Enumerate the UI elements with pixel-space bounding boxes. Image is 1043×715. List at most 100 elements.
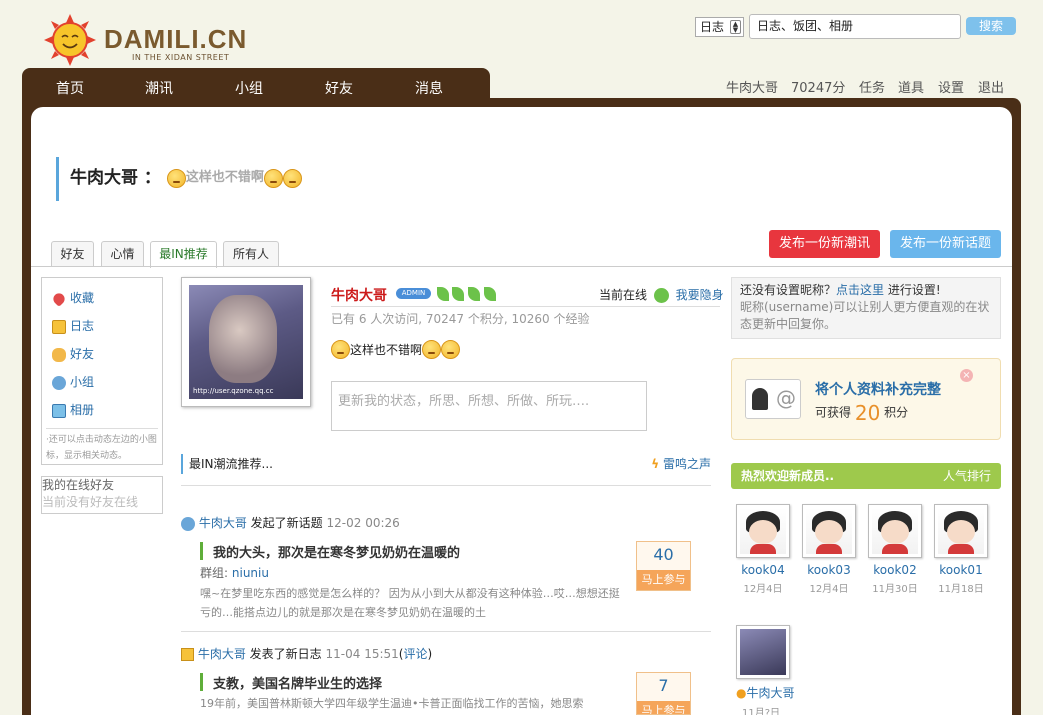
- logo-subtitle: IN THE XIDAN STREET: [132, 53, 230, 62]
- member-item[interactable]: kook01 11月18日: [934, 504, 988, 595]
- vote-box[interactable]: 40 马上参与: [636, 541, 691, 591]
- user-name-link[interactable]: 牛肉大哥: [726, 77, 778, 96]
- feed-right-link-wrap[interactable]: ϟ 雷鸣之声: [651, 454, 711, 474]
- tab-divider: [31, 266, 1012, 267]
- member-date: 12月4日: [743, 584, 783, 595]
- vote-count: 40: [653, 545, 674, 564]
- complete-profile-link[interactable]: 将个人资料补充完整: [815, 379, 941, 399]
- feed-title: 最IN潮流推荐...: [189, 457, 273, 471]
- member-item[interactable]: kook02 11月30日: [868, 504, 922, 595]
- popularity-link[interactable]: 人气排行: [943, 463, 991, 489]
- user-points: 70247分: [791, 81, 846, 96]
- search-button[interactable]: 搜索: [966, 17, 1016, 35]
- online-friends-title: 我的在线好友: [42, 478, 115, 492]
- props-link[interactable]: 道具: [898, 77, 924, 96]
- member-name[interactable]: kook02: [868, 563, 922, 577]
- thunder-voice-link[interactable]: 雷鸣之声: [663, 457, 711, 471]
- person-icon: [752, 388, 768, 410]
- nickname-notice: 还没有设置昵称？点击这里 进行设置! 昵称(username)可以让别人更方便直…: [731, 277, 1001, 339]
- menu-item-blog[interactable]: 日志: [52, 316, 94, 336]
- post-news-button[interactable]: 发布一份新潮讯: [769, 230, 880, 258]
- search-type-select[interactable]: 日志 ▲ ▼: [695, 17, 744, 37]
- member-item[interactable]: kook03 12月4日: [802, 504, 856, 595]
- feed-title-link[interactable]: 支教，美国名牌毕业生的选择: [203, 673, 382, 692]
- left-menu: 收藏 日志 好友 小组 相册 ·还可以点击动态左边的小图标，显示相关动态。: [41, 277, 163, 465]
- nav-messages[interactable]: 消息: [415, 78, 443, 98]
- vote-box[interactable]: 7 马上参与: [636, 672, 691, 715]
- member-avatar[interactable]: [934, 504, 988, 558]
- tab-friends[interactable]: 好友: [51, 241, 94, 267]
- profile-card-icon: @: [745, 379, 801, 419]
- settings-link[interactable]: 设置: [938, 77, 964, 96]
- online-label: 当前在线: [599, 288, 648, 302]
- profile-status-text: 这样也不错啊: [350, 343, 423, 357]
- feed-user-link[interactable]: 牛肉大哥: [199, 516, 247, 530]
- feed-item-header: 牛肉大哥 发起了新话题 12-02 00:26: [181, 514, 400, 531]
- feed-time: 11-04 15:51: [325, 647, 399, 661]
- nickname-settings-link[interactable]: 点击这里: [836, 283, 884, 297]
- feed-excerpt: 嘿~在梦里吃东西的感觉是怎么样的？ 因为从小到大从都没有这种体验…哎…想想还挺亏…: [200, 587, 620, 619]
- nav-home[interactable]: 首页: [56, 78, 84, 98]
- leaf-icon: [452, 287, 464, 301]
- member-name[interactable]: kook01: [934, 563, 988, 577]
- profile-heading-colon: ：: [143, 168, 161, 188]
- feed-action: 发起了新话题: [250, 516, 323, 530]
- tab-recommended[interactable]: 最IN推荐: [150, 241, 217, 268]
- member-name[interactable]: kook04: [736, 563, 790, 577]
- online-friends-empty: 当前没有好友在线: [42, 495, 139, 509]
- menu-label: 相册: [70, 403, 95, 417]
- member-avatar[interactable]: [736, 625, 790, 679]
- smiley-icon: [422, 340, 442, 359]
- smiley-icon: [331, 340, 350, 359]
- nickname-notice-text: 进行设置!: [887, 283, 941, 297]
- group-icon: [52, 375, 66, 390]
- member-item[interactable]: ●牛肉大哥 11月?日: [736, 625, 806, 715]
- nav-groups[interactable]: 小组: [235, 78, 263, 98]
- feed-group-link[interactable]: niuniu: [232, 566, 269, 580]
- feed-item-header: 牛肉大哥 发表了新日志 11-04 15:51(评论): [181, 645, 432, 662]
- member-avatar[interactable]: [802, 504, 856, 558]
- profile-status: 这样也不错啊: [331, 340, 461, 359]
- logout-link[interactable]: 退出: [978, 77, 1004, 96]
- tasks-link[interactable]: 任务: [859, 77, 885, 96]
- logo-text[interactable]: DAMILI.CN: [104, 26, 247, 52]
- tab-everyone[interactable]: 所有人: [223, 241, 279, 267]
- feed-user-link[interactable]: 牛肉大哥: [198, 647, 246, 661]
- menu-item-friends[interactable]: 好友: [52, 344, 94, 364]
- search-input[interactable]: 日志、饭团、相册: [749, 14, 961, 39]
- member-date: 11月30日: [872, 584, 918, 595]
- hide-link[interactable]: 我要隐身: [676, 288, 724, 302]
- avatar[interactable]: http://user.qzone.qq.cc: [181, 277, 311, 407]
- feed-title-link[interactable]: 我的大头，那次是在寒冬梦见奶奶在温暖的: [203, 542, 460, 561]
- menu-label: 小组: [70, 375, 95, 389]
- nickname-notice-text: 还没有设置昵称？: [740, 283, 837, 297]
- reward-points: 20: [854, 401, 881, 425]
- smiley-icon: [166, 168, 186, 188]
- menu-item-photos[interactable]: 相册: [52, 400, 94, 420]
- member-date: 11月?日: [742, 708, 781, 715]
- member-avatar[interactable]: [736, 504, 790, 558]
- bulb-icon: ●: [736, 686, 747, 700]
- feed-card-title: 支教，美国名牌毕业生的选择: [200, 673, 382, 692]
- nav-friends[interactable]: 好友: [325, 78, 353, 98]
- new-members-title: 热烈欢迎新成员..: [741, 469, 835, 483]
- nav-news[interactable]: 潮讯: [145, 78, 173, 98]
- menu-item-groups[interactable]: 小组: [52, 372, 94, 392]
- join-button[interactable]: 马上参与: [637, 570, 690, 590]
- post-topic-button[interactable]: 发布一份新话题: [890, 230, 1001, 258]
- close-icon[interactable]: ×: [960, 369, 973, 382]
- status-input[interactable]: 更新我的状态，所思、所想、所做、所玩….: [331, 381, 647, 431]
- member-name[interactable]: kook03: [802, 563, 856, 577]
- complete-profile-box: @ 将个人资料补充完整 可获得 20 积分 ×: [731, 358, 1001, 440]
- join-button[interactable]: 马上参与: [637, 701, 690, 714]
- member-name[interactable]: ●牛肉大哥: [736, 684, 806, 701]
- feed-group: 群组: niuniu: [200, 564, 269, 581]
- photo-icon: [52, 403, 66, 418]
- tab-mood[interactable]: 心情: [101, 241, 144, 267]
- new-members-bar: 热烈欢迎新成员.. 人气排行: [731, 463, 1001, 489]
- menu-item-favorites[interactable]: 收藏: [51, 288, 94, 308]
- profile-name[interactable]: 牛肉大哥: [331, 285, 387, 305]
- comment-link[interactable]: 评论: [403, 647, 427, 661]
- member-avatar[interactable]: [868, 504, 922, 558]
- member-item[interactable]: kook04 12月4日: [736, 504, 790, 595]
